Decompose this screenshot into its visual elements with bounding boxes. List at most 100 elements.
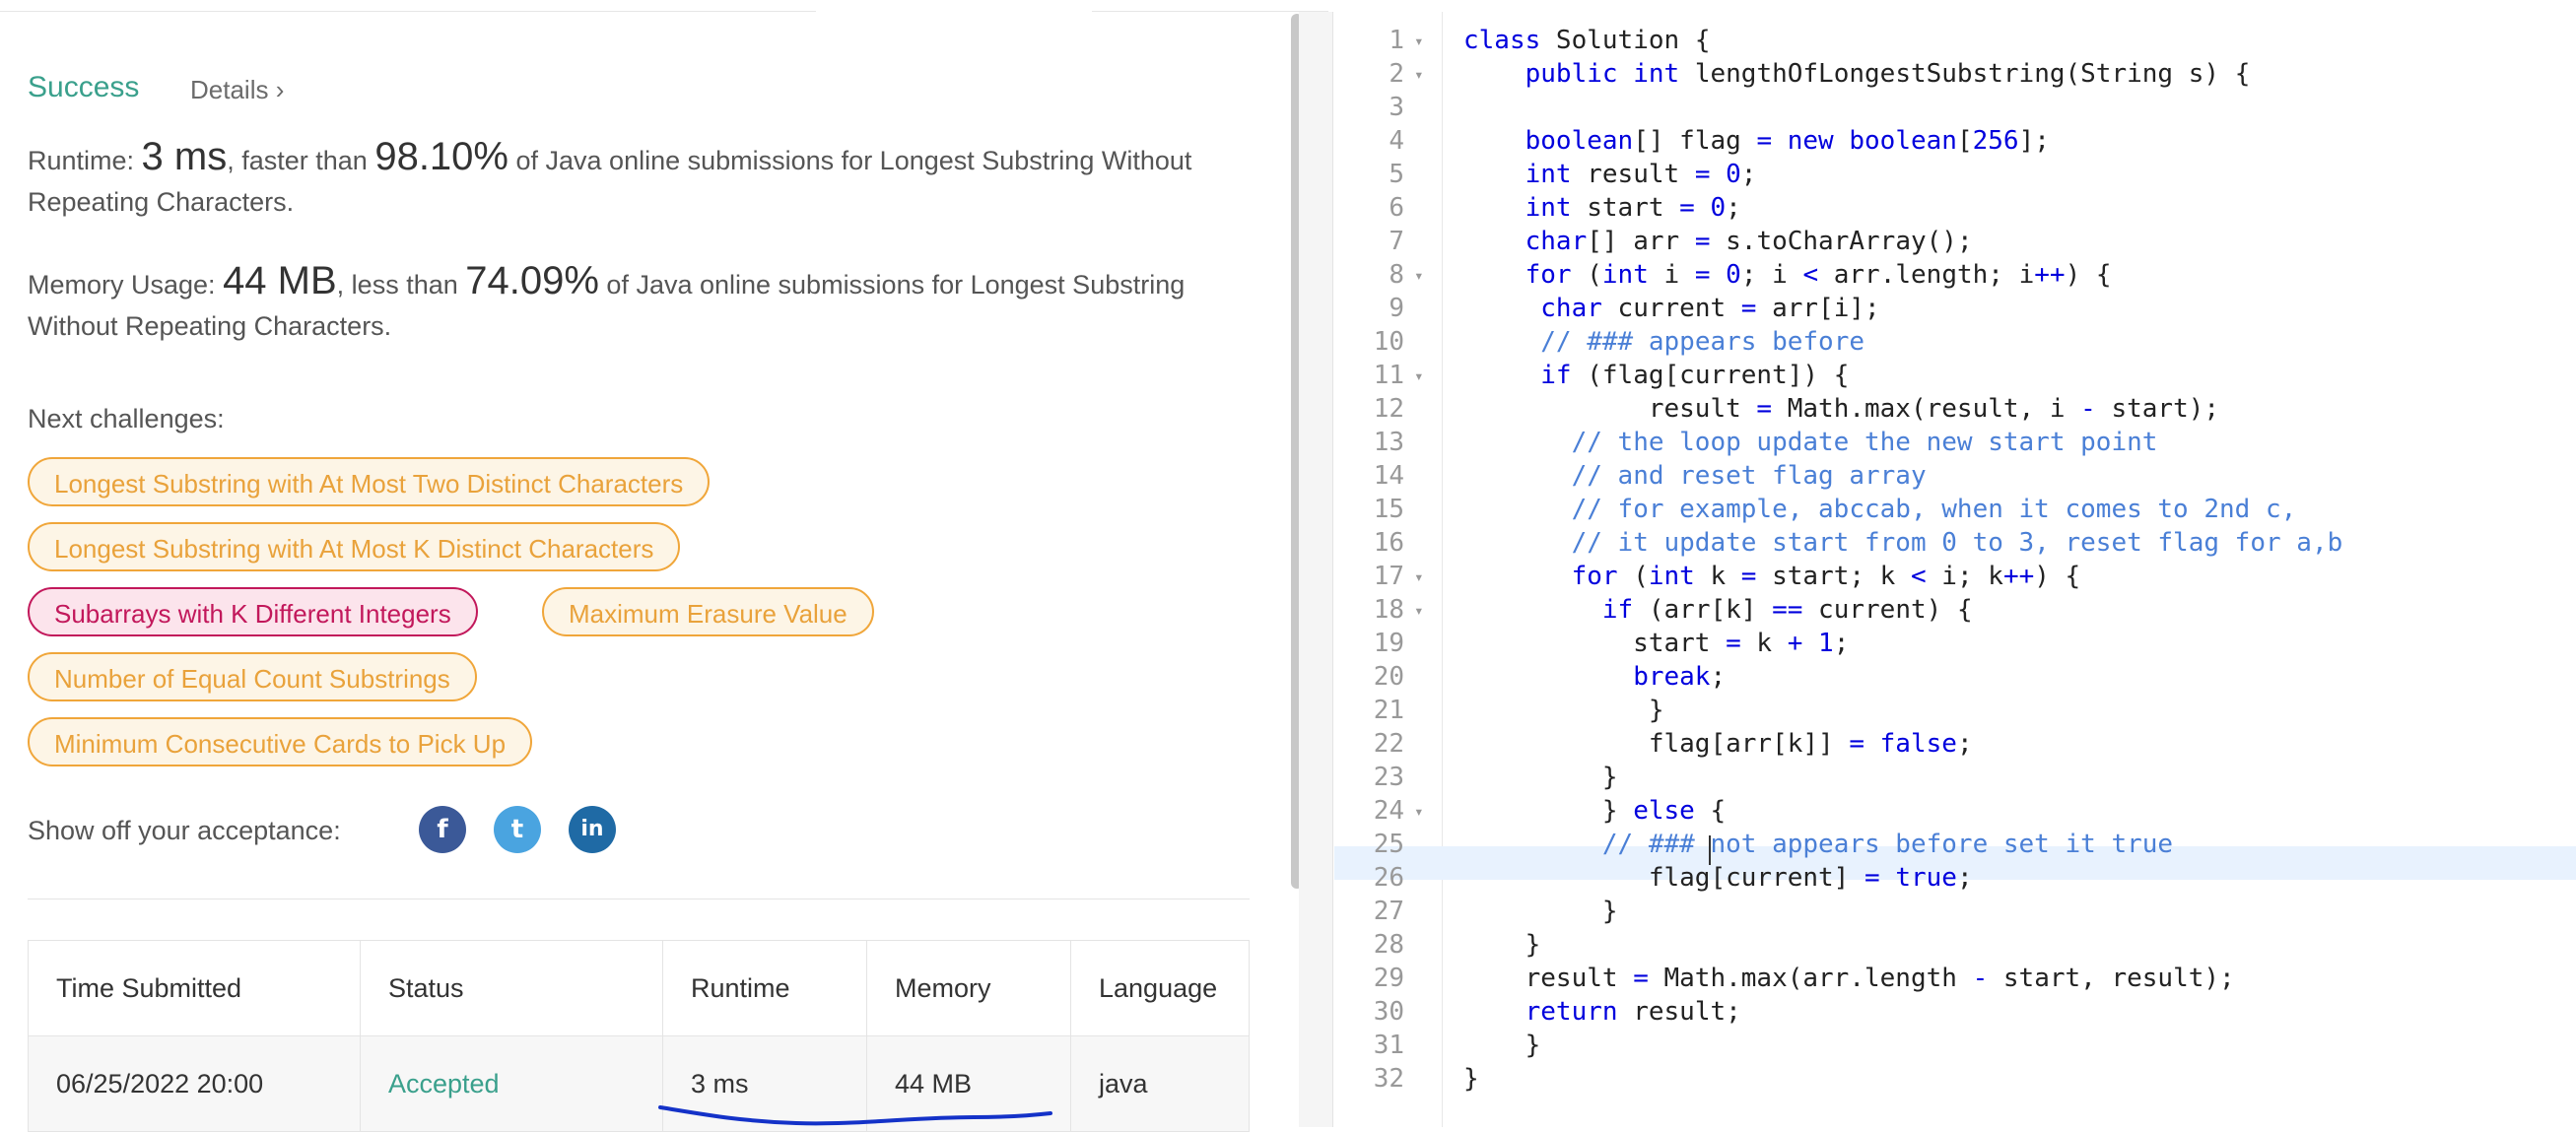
line-number: 23 [1373, 763, 1404, 792]
code-line[interactable]: flag[arr[k]] = false; [1463, 729, 1973, 759]
line-number: 18 [1373, 595, 1404, 625]
line-number: 8 [1389, 260, 1404, 290]
cell-language: java [1070, 1035, 1250, 1132]
code-line[interactable]: if (arr[k] == current) { [1463, 595, 1973, 625]
code-line[interactable]: // ### not appears before set it true [1463, 830, 2173, 859]
fold-arrow-icon[interactable]: ▾ [1414, 366, 1424, 385]
challenge-pill[interactable]: Longest Substring with At Most K Distinc… [28, 522, 681, 571]
result-status: Success [28, 71, 140, 103]
line-number: 14 [1373, 461, 1404, 491]
line-number: 26 [1373, 863, 1404, 893]
runtime-percentile: 98.10% [374, 135, 508, 178]
line-number: 25 [1373, 830, 1404, 859]
column-header: Status [360, 940, 663, 1036]
details-link[interactable]: Details › [190, 75, 284, 105]
memory-percentile: 74.09% [465, 259, 599, 302]
runtime-value: 3 ms [141, 135, 228, 178]
memory-summary: Memory Usage: 44 MB, less than 74.09% of… [28, 259, 1186, 341]
code-line[interactable]: if (flag[current]) { [1463, 361, 1849, 390]
line-number: 4 [1389, 126, 1404, 156]
line-number: 21 [1373, 696, 1404, 725]
next-challenges-label: Next challenges: [28, 404, 225, 433]
code-line[interactable]: break; [1463, 662, 1726, 692]
code-line[interactable]: for (int k = start; k < i; k++) { [1463, 562, 2081, 591]
table-row[interactable]: 06/25/2022 20:00 Accepted 3 ms 44 MB jav… [28, 1035, 1250, 1132]
line-number: 9 [1389, 294, 1404, 323]
tab-submissions[interactable] [1092, 0, 1328, 12]
submissions-table: Time Submitted Status Runtime Memory Lan… [28, 940, 1250, 1132]
code-line[interactable]: // the loop update the new start point [1463, 428, 2158, 457]
fold-arrow-icon[interactable]: ▾ [1414, 601, 1424, 620]
code-line[interactable]: int result = 0; [1463, 160, 1757, 189]
line-number: 10 [1373, 327, 1404, 357]
line-number: 13 [1373, 428, 1404, 457]
twitter-icon[interactable]: t [494, 806, 541, 853]
code-line[interactable]: int start = 0; [1463, 193, 1741, 223]
fold-arrow-icon[interactable]: ▾ [1414, 802, 1424, 821]
line-number: 32 [1373, 1064, 1404, 1094]
code-line[interactable]: char current = arr[i]; [1463, 294, 1879, 323]
line-number: 1 [1389, 26, 1404, 55]
tab-description[interactable] [0, 0, 816, 12]
code-line[interactable]: } [1463, 1064, 1479, 1094]
line-number: 5 [1389, 160, 1404, 189]
code-line[interactable]: // and reset flag array [1463, 461, 1927, 491]
line-number: 24 [1373, 796, 1404, 826]
code-line[interactable]: // for example, abccab, when it comes to… [1463, 495, 2297, 524]
code-line[interactable]: } [1463, 897, 1618, 926]
challenge-pill[interactable]: Subarrays with K Different Integers [28, 587, 478, 636]
column-header: Language [1070, 940, 1250, 1036]
code-line[interactable]: return result; [1463, 997, 1741, 1027]
line-number: 30 [1373, 997, 1404, 1027]
cell-status[interactable]: Accepted [360, 1035, 663, 1132]
code-line[interactable]: char[] arr = s.toCharArray(); [1463, 227, 1973, 256]
line-number: 12 [1373, 394, 1404, 424]
facebook-icon[interactable]: f [419, 806, 466, 853]
code-line[interactable]: } [1463, 696, 1664, 725]
code-line[interactable]: result = Math.max(arr.length - start, re… [1463, 964, 2235, 993]
table-header-row: Time Submitted Status Runtime Memory Lan… [28, 940, 1250, 1036]
line-number: 3 [1389, 93, 1404, 122]
code-line[interactable]: boolean[] flag = new boolean[256]; [1463, 126, 2050, 156]
code-line[interactable]: result = Math.max(result, i - start); [1463, 394, 2219, 424]
line-number: 6 [1389, 193, 1404, 223]
challenge-pill[interactable]: Maximum Erasure Value [542, 587, 874, 636]
code-line[interactable]: start = k + 1; [1463, 629, 1849, 658]
fold-arrow-icon[interactable]: ▾ [1414, 65, 1424, 84]
challenge-pill[interactable]: Minimum Consecutive Cards to Pick Up [28, 717, 533, 766]
line-number: 7 [1389, 227, 1404, 256]
column-header: Memory [866, 940, 1071, 1036]
challenge-pill[interactable]: Number of Equal Count Substrings [28, 652, 477, 701]
line-number: 17 [1373, 562, 1404, 591]
line-number: 20 [1373, 662, 1404, 692]
runtime-summary: Runtime: 3 ms, faster than 98.10% of Jav… [28, 135, 1192, 217]
line-number: 29 [1373, 964, 1404, 993]
code-line[interactable]: flag[current] = true; [1463, 863, 1973, 893]
column-header: Runtime [662, 940, 867, 1036]
code-line[interactable]: class Solution { [1463, 26, 1710, 55]
pane-resize-handle[interactable] [1299, 12, 1332, 1127]
code-line[interactable]: // it update start from 0 to 3, reset fl… [1463, 528, 2343, 558]
code-line[interactable]: } [1463, 930, 1541, 960]
code-line[interactable]: for (int i = 0; i < arr.length; i++) { [1463, 260, 2112, 290]
fold-arrow-icon[interactable]: ▾ [1414, 567, 1424, 586]
linkedin-icon[interactable]: in [569, 806, 616, 853]
code-line[interactable]: } else { [1463, 796, 1726, 826]
challenge-pill[interactable]: Longest Substring with At Most Two Disti… [28, 457, 711, 506]
code-editor[interactable]: 1 ▾ class Solution { 2 ▾ public int lengthOf… [1332, 12, 2576, 1127]
code-line[interactable]: } [1463, 763, 1618, 792]
fold-arrow-icon[interactable]: ▾ [1414, 266, 1424, 285]
line-number: 22 [1373, 729, 1404, 759]
share-label: Show off your acceptance: [28, 816, 341, 845]
line-number: 11 [1373, 361, 1404, 390]
code-line[interactable]: public int lengthOfLongestSubstring(Stri… [1463, 59, 2251, 89]
cell-time: 06/25/2022 20:00 [28, 1035, 361, 1132]
code-line[interactable]: } [1463, 1031, 1541, 1060]
line-number: 2 [1389, 59, 1404, 89]
column-header: Time Submitted [28, 940, 361, 1036]
line-number: 16 [1373, 528, 1404, 558]
line-number: 31 [1373, 1031, 1404, 1060]
fold-arrow-icon[interactable]: ▾ [1414, 32, 1424, 50]
text-cursor [1709, 835, 1711, 865]
code-line[interactable]: // ### appears before [1463, 327, 1864, 357]
